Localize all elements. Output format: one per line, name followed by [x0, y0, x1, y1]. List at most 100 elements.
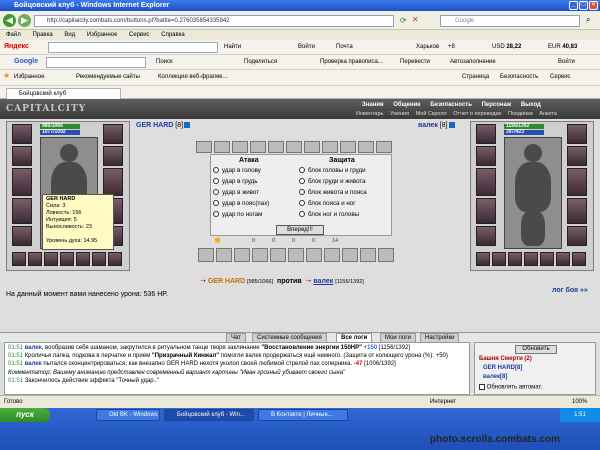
search-icon[interactable]: ⌕	[586, 15, 590, 25]
menu-transfers[interactable]: Отчет о переводах	[453, 111, 501, 117]
stop-icon[interactable]: ✕	[412, 15, 419, 24]
block-waist-legs[interactable]: блок пояса и ног	[299, 200, 356, 207]
block-head-chest[interactable]: блок головы и груди	[299, 167, 366, 174]
menu-communication[interactable]: Общение	[393, 102, 420, 108]
right-slot-boots[interactable]	[567, 226, 587, 246]
left-slot-weapon[interactable]	[12, 168, 32, 196]
trick-11-icon[interactable]	[376, 141, 392, 153]
left-slot-ring-1[interactable]	[12, 252, 26, 266]
maximize-button[interactable]: □	[579, 1, 588, 10]
right-slot-ring-1[interactable]	[476, 252, 490, 266]
menu-security[interactable]: Безопасность	[430, 102, 472, 108]
left-slot-spell-3[interactable]	[92, 252, 106, 266]
right-slot-spell-1[interactable]	[524, 252, 538, 266]
versus-left-name[interactable]: GER HARD	[208, 278, 245, 285]
spell-check-button[interactable]: Проверка правописа...	[320, 58, 383, 66]
menu-edit[interactable]: Правка	[32, 32, 52, 38]
trick-2-icon[interactable]	[214, 141, 230, 153]
search-input[interactable]: Google	[440, 15, 580, 27]
spell-2-icon[interactable]	[216, 248, 232, 262]
menu-help[interactable]: Справка	[161, 32, 185, 38]
right-slot-amulet[interactable]	[476, 146, 496, 166]
left-slot-ring-3[interactable]	[44, 252, 58, 266]
address-input[interactable]: http://capitalcity.combats.com/buttons.p…	[34, 15, 394, 27]
right-slot-spell-4[interactable]	[572, 252, 586, 266]
block-chest-belly[interactable]: блок груди и живота	[299, 178, 366, 185]
refresh-icon[interactable]: ⟳	[400, 16, 407, 25]
trick-heart-icon[interactable]	[196, 141, 212, 153]
spell-4-icon[interactable]	[252, 248, 268, 262]
share-button[interactable]: Поделиться	[244, 58, 277, 66]
trick-8-icon[interactable]	[322, 141, 338, 153]
right-player-name[interactable]: валек [8]	[418, 122, 455, 129]
spell-11-icon[interactable]	[378, 248, 394, 262]
left-slot-earring[interactable]	[103, 124, 123, 144]
trick-6-icon[interactable]	[286, 141, 302, 153]
trick-3-icon[interactable]	[232, 141, 248, 153]
forward-icon[interactable]: ▶	[18, 14, 31, 27]
tools-menu[interactable]: Сервис	[550, 73, 571, 81]
block-belly-waist[interactable]: блок живота и пояса	[299, 189, 367, 196]
right-slot-belt[interactable]	[476, 226, 496, 246]
status-zoom[interactable]: 100%	[572, 396, 587, 408]
menu-my-scroll[interactable]: Мой Скролл	[416, 111, 447, 117]
attack-legs[interactable]: удар по ногам	[213, 211, 262, 218]
member-2[interactable]: валек[8]	[483, 374, 507, 380]
trick-10-icon[interactable]	[358, 141, 374, 153]
right-slot-ring-3[interactable]	[508, 252, 522, 266]
minimize-button[interactable]: _	[569, 1, 578, 10]
right-slot-weapon[interactable]	[476, 168, 496, 196]
google-search-button[interactable]: Поиск	[156, 58, 173, 66]
tab-fight-club[interactable]: Бойцовский клуб	[6, 88, 121, 99]
right-slot-legs[interactable]	[567, 198, 587, 224]
translate-button[interactable]: Перевести	[400, 58, 430, 66]
recommended-sites[interactable]: Рекомендуемые сайты	[76, 73, 140, 81]
left-slot-amulet[interactable]	[12, 146, 32, 166]
left-slot-shield[interactable]	[103, 168, 123, 196]
spell-9-icon[interactable]	[342, 248, 358, 262]
forward-button[interactable]: Вперед!!!	[276, 225, 324, 235]
trick-9-icon[interactable]	[340, 141, 356, 153]
menu-view[interactable]: Вид	[64, 32, 75, 38]
webslice-gallery[interactable]: Коллекция веб-фрагме...	[158, 73, 227, 81]
right-slot-spell-2[interactable]	[540, 252, 554, 266]
right-slot-spell-3[interactable]	[556, 252, 570, 266]
attack-head[interactable]: удар в голову	[213, 167, 261, 174]
start-button[interactable]: пуск	[0, 408, 50, 422]
right-slot-gloves[interactable]	[567, 146, 587, 166]
menu-favorites[interactable]: Избранное	[87, 32, 117, 38]
back-icon[interactable]: ◀	[3, 14, 16, 27]
auto-refresh-checkbox[interactable]: Обновлять автомат.	[479, 384, 542, 391]
battle-log-link[interactable]: лог боя »»	[552, 287, 588, 294]
autofill-button[interactable]: Автозаполнение	[450, 58, 496, 66]
versus-right-name[interactable]: валек	[313, 278, 333, 285]
left-slot-spell-2[interactable]	[76, 252, 90, 266]
menu-battles[interactable]: Поединки	[508, 111, 533, 117]
google-search-input[interactable]	[46, 57, 146, 68]
attack-waist[interactable]: удар в пояс(пах)	[213, 200, 269, 207]
menu-file[interactable]: Файл	[6, 32, 21, 38]
google-login-button[interactable]: Войти	[558, 58, 575, 66]
attack-chest[interactable]: удар в грудь	[213, 178, 257, 185]
right-slot-shield[interactable]	[567, 168, 587, 196]
task-old-bk[interactable]: Old BK - Windows Inte...	[96, 409, 160, 421]
tower-title[interactable]: Башня Смерти (2)	[479, 356, 532, 362]
left-slot-gloves[interactable]	[103, 146, 123, 166]
spell-6-icon[interactable]	[288, 248, 304, 262]
spell-7-icon[interactable]	[306, 248, 322, 262]
left-slot-armor[interactable]	[12, 198, 32, 224]
attack-belly[interactable]: удар в живот	[213, 189, 259, 196]
menu-skills[interactable]: Умения	[390, 111, 409, 117]
member-1[interactable]: GER HARD[8]	[483, 365, 522, 371]
left-player-name[interactable]: GER HARD [8]	[136, 122, 191, 129]
refresh-button[interactable]: Обновить	[515, 345, 557, 354]
menu-inventory[interactable]: Инвентарь	[356, 111, 383, 117]
task-vkontakte[interactable]: В Контакте | Личные...	[258, 409, 348, 421]
trick-4-icon[interactable]	[250, 141, 266, 153]
right-slot-ring-2[interactable]	[492, 252, 506, 266]
task-fight-club[interactable]: Бойцовский клуб - Win...	[164, 409, 254, 421]
spell-10-icon[interactable]	[360, 248, 376, 262]
left-slot-helmet[interactable]	[12, 124, 32, 144]
security-menu[interactable]: Безопасность	[500, 73, 538, 81]
trick-5-icon[interactable]	[268, 141, 284, 153]
